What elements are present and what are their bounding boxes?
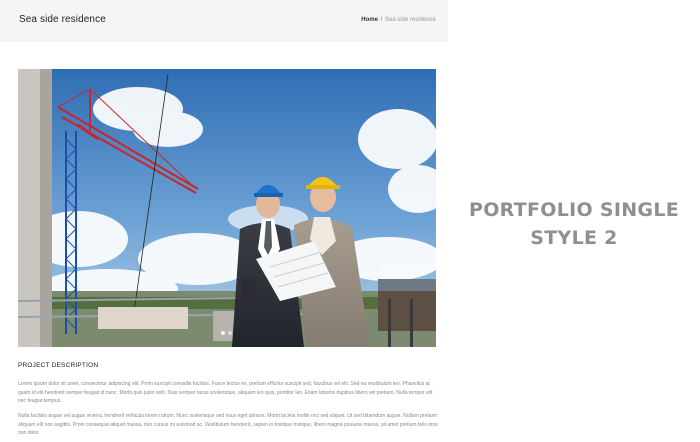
project-description-paragraph: Nulla facilisis augue vel augue viverra,…	[18, 413, 438, 436]
breadcrumb: Home / Sea side residence	[361, 17, 436, 23]
portfolio-style-title: PORTFOLIO SINGLE STYLE 2	[448, 196, 700, 252]
slider-dot[interactable]	[221, 331, 225, 335]
label-panel: PORTFOLIO SINGLE STYLE 2	[448, 0, 700, 442]
project-image-slider[interactable]	[18, 69, 436, 347]
project-description-heading: PROJECT DESCRIPTION	[18, 362, 99, 369]
page-preview: Sea side residence Home / Sea side resid…	[0, 0, 448, 442]
construction-photo	[18, 69, 436, 347]
portfolio-style-title-line: PORTFOLIO SINGLE	[468, 199, 680, 221]
page-title: Sea side residence	[19, 14, 106, 25]
slider-dot[interactable]	[228, 331, 232, 335]
portfolio-style-title-line: STYLE 2	[530, 227, 618, 249]
slider-dots	[221, 331, 232, 335]
breadcrumb-current: Sea side residence	[384, 17, 436, 23]
project-description-paragraph: Lorem ipsum dolor sit amet, consectetur …	[18, 381, 433, 404]
breadcrumb-home-link[interactable]: Home	[361, 17, 378, 23]
breadcrumb-separator: /	[380, 17, 383, 23]
page-title-bar: Sea side residence Home / Sea side resid…	[0, 0, 448, 42]
